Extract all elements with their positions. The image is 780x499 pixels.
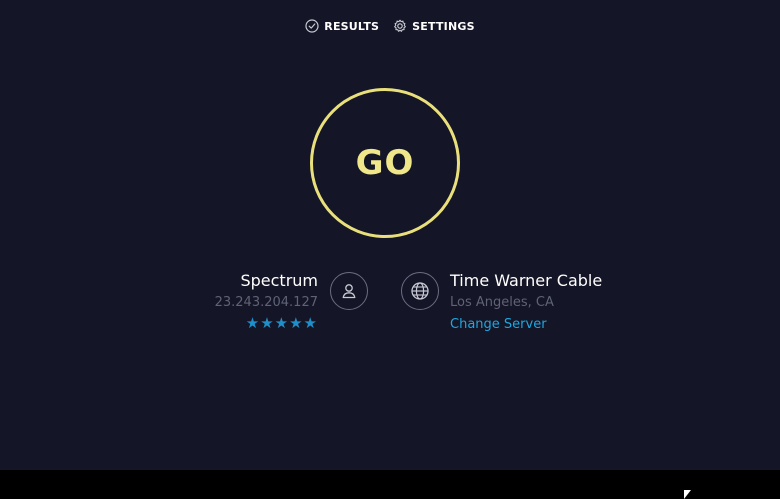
- settings-nav-item[interactable]: SETTINGS: [393, 17, 475, 35]
- user-icon: [330, 272, 368, 310]
- isp-rating-stars[interactable]: ★★★★★: [215, 314, 318, 332]
- speedtest-page: RESULTS SETTINGS GO Spectrum 23.243.204.…: [0, 0, 780, 470]
- server-location: Los Angeles, CA: [450, 295, 554, 310]
- server-info: Time Warner Cable Los Angeles, CA Change…: [450, 270, 602, 336]
- go-label: GO: [355, 143, 415, 183]
- server-name: Time Warner Cable: [450, 271, 603, 290]
- results-nav-item[interactable]: RESULTS: [305, 17, 379, 35]
- top-navigation: RESULTS SETTINGS: [0, 17, 780, 35]
- isp-info: Spectrum 23.243.204.127 ★★★★★: [215, 270, 318, 332]
- mouse-cursor-icon: [684, 490, 691, 499]
- isp-ip-address: 23.243.204.127: [214, 295, 318, 310]
- bottom-bar: [0, 470, 780, 499]
- change-server-link[interactable]: Change Server: [450, 314, 602, 336]
- settings-label: SETTINGS: [412, 19, 475, 33]
- gear-icon: [393, 19, 407, 33]
- globe-icon: [401, 272, 439, 310]
- check-circle-icon: [305, 19, 319, 33]
- go-button[interactable]: GO: [310, 88, 460, 238]
- isp-name: Spectrum: [240, 271, 318, 290]
- results-label: RESULTS: [324, 19, 380, 33]
